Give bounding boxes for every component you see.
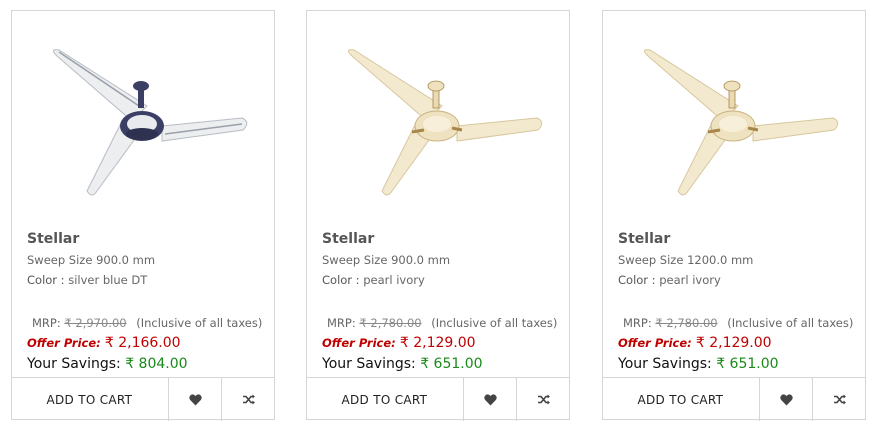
savings-label: Your Savings:	[27, 356, 121, 372]
product-image[interactable]	[12, 11, 274, 226]
heart-icon	[483, 393, 497, 405]
compare-button[interactable]	[812, 378, 866, 421]
product-card: Stellar Sweep Size 900.0 mm Color : pear…	[306, 10, 570, 421]
tax-note: (Inclusive of all taxes)	[136, 316, 263, 330]
product-brand[interactable]: Stellar	[618, 231, 670, 247]
color-info: Color : silver blue DT	[27, 273, 147, 287]
savings: Your Savings: ₹ 651.00	[618, 356, 779, 372]
compare-button[interactable]	[221, 378, 275, 421]
mrp-value: ₹ 2,780.00	[655, 316, 718, 330]
product-image[interactable]	[307, 11, 569, 226]
color-label: Color :	[27, 273, 65, 287]
wishlist-button[interactable]	[169, 378, 222, 421]
shuffle-icon	[242, 394, 255, 405]
offer-value: ₹ 2,129.00	[695, 335, 772, 351]
product-card: Stellar Sweep Size 900.0 mm Color : silv…	[11, 10, 275, 421]
offer-label: Offer Price:	[322, 336, 396, 350]
shuffle-icon	[537, 394, 550, 405]
offer-price: Offer Price: ₹ 2,129.00	[322, 335, 476, 351]
mrp-line: MRP: ₹ 2,780.00 (Inclusive of all taxes)	[327, 316, 557, 330]
offer-value: ₹ 2,166.00	[104, 335, 181, 351]
tax-note: (Inclusive of all taxes)	[431, 316, 558, 330]
mrp-line: MRP: ₹ 2,780.00 (Inclusive of all taxes)	[623, 316, 853, 330]
savings: Your Savings: ₹ 651.00	[322, 356, 483, 372]
savings-label: Your Savings:	[322, 356, 416, 372]
heart-icon	[188, 393, 202, 405]
card-actions: ADD TO CART	[306, 377, 570, 421]
color-value: pearl ivory	[659, 273, 721, 287]
color-value: silver blue DT	[68, 273, 148, 287]
sweep-size: Sweep Size 900.0 mm	[27, 253, 156, 267]
savings-value: ₹ 651.00	[420, 356, 483, 372]
product-image[interactable]	[603, 11, 865, 226]
color-label: Color :	[618, 273, 656, 287]
savings-value: ₹ 651.00	[716, 356, 779, 372]
wishlist-button[interactable]	[464, 378, 517, 421]
offer-label: Offer Price:	[618, 336, 692, 350]
product-brand[interactable]: Stellar	[27, 231, 79, 247]
savings: Your Savings: ₹ 804.00	[27, 356, 188, 372]
card-actions: ADD TO CART	[11, 377, 275, 421]
mrp-line: MRP: ₹ 2,970.00 (Inclusive of all taxes)	[32, 316, 262, 330]
ceiling-fan-image	[644, 49, 839, 196]
card-actions: ADD TO CART	[602, 377, 866, 421]
sweep-size: Sweep Size 1200.0 mm	[618, 253, 754, 267]
offer-price: Offer Price: ₹ 2,129.00	[618, 335, 772, 351]
mrp-label: MRP:	[327, 316, 356, 330]
product-card: Stellar Sweep Size 1200.0 mm Color : pea…	[602, 10, 866, 421]
compare-button[interactable]	[516, 378, 570, 421]
product-brand[interactable]: Stellar	[322, 231, 374, 247]
savings-value: ₹ 804.00	[125, 356, 188, 372]
heart-icon	[779, 393, 793, 405]
color-value: pearl ivory	[363, 273, 425, 287]
offer-price: Offer Price: ₹ 2,166.00	[27, 335, 181, 351]
shuffle-icon	[833, 394, 846, 405]
ceiling-fan-image	[53, 49, 248, 196]
savings-label: Your Savings:	[618, 356, 712, 372]
mrp-label: MRP:	[623, 316, 652, 330]
sweep-size: Sweep Size 900.0 mm	[322, 253, 451, 267]
mrp-value: ₹ 2,970.00	[64, 316, 127, 330]
color-label: Color :	[322, 273, 360, 287]
mrp-value: ₹ 2,780.00	[359, 316, 422, 330]
add-to-cart-button[interactable]: ADD TO CART	[11, 378, 169, 421]
add-to-cart-button[interactable]: ADD TO CART	[602, 378, 760, 421]
mrp-label: MRP:	[32, 316, 61, 330]
tax-note: (Inclusive of all taxes)	[727, 316, 854, 330]
add-to-cart-button[interactable]: ADD TO CART	[306, 378, 464, 421]
offer-value: ₹ 2,129.00	[399, 335, 476, 351]
color-info: Color : pearl ivory	[618, 273, 721, 287]
color-info: Color : pearl ivory	[322, 273, 425, 287]
offer-label: Offer Price:	[27, 336, 101, 350]
wishlist-button[interactable]	[760, 378, 813, 421]
ceiling-fan-image	[348, 49, 543, 196]
